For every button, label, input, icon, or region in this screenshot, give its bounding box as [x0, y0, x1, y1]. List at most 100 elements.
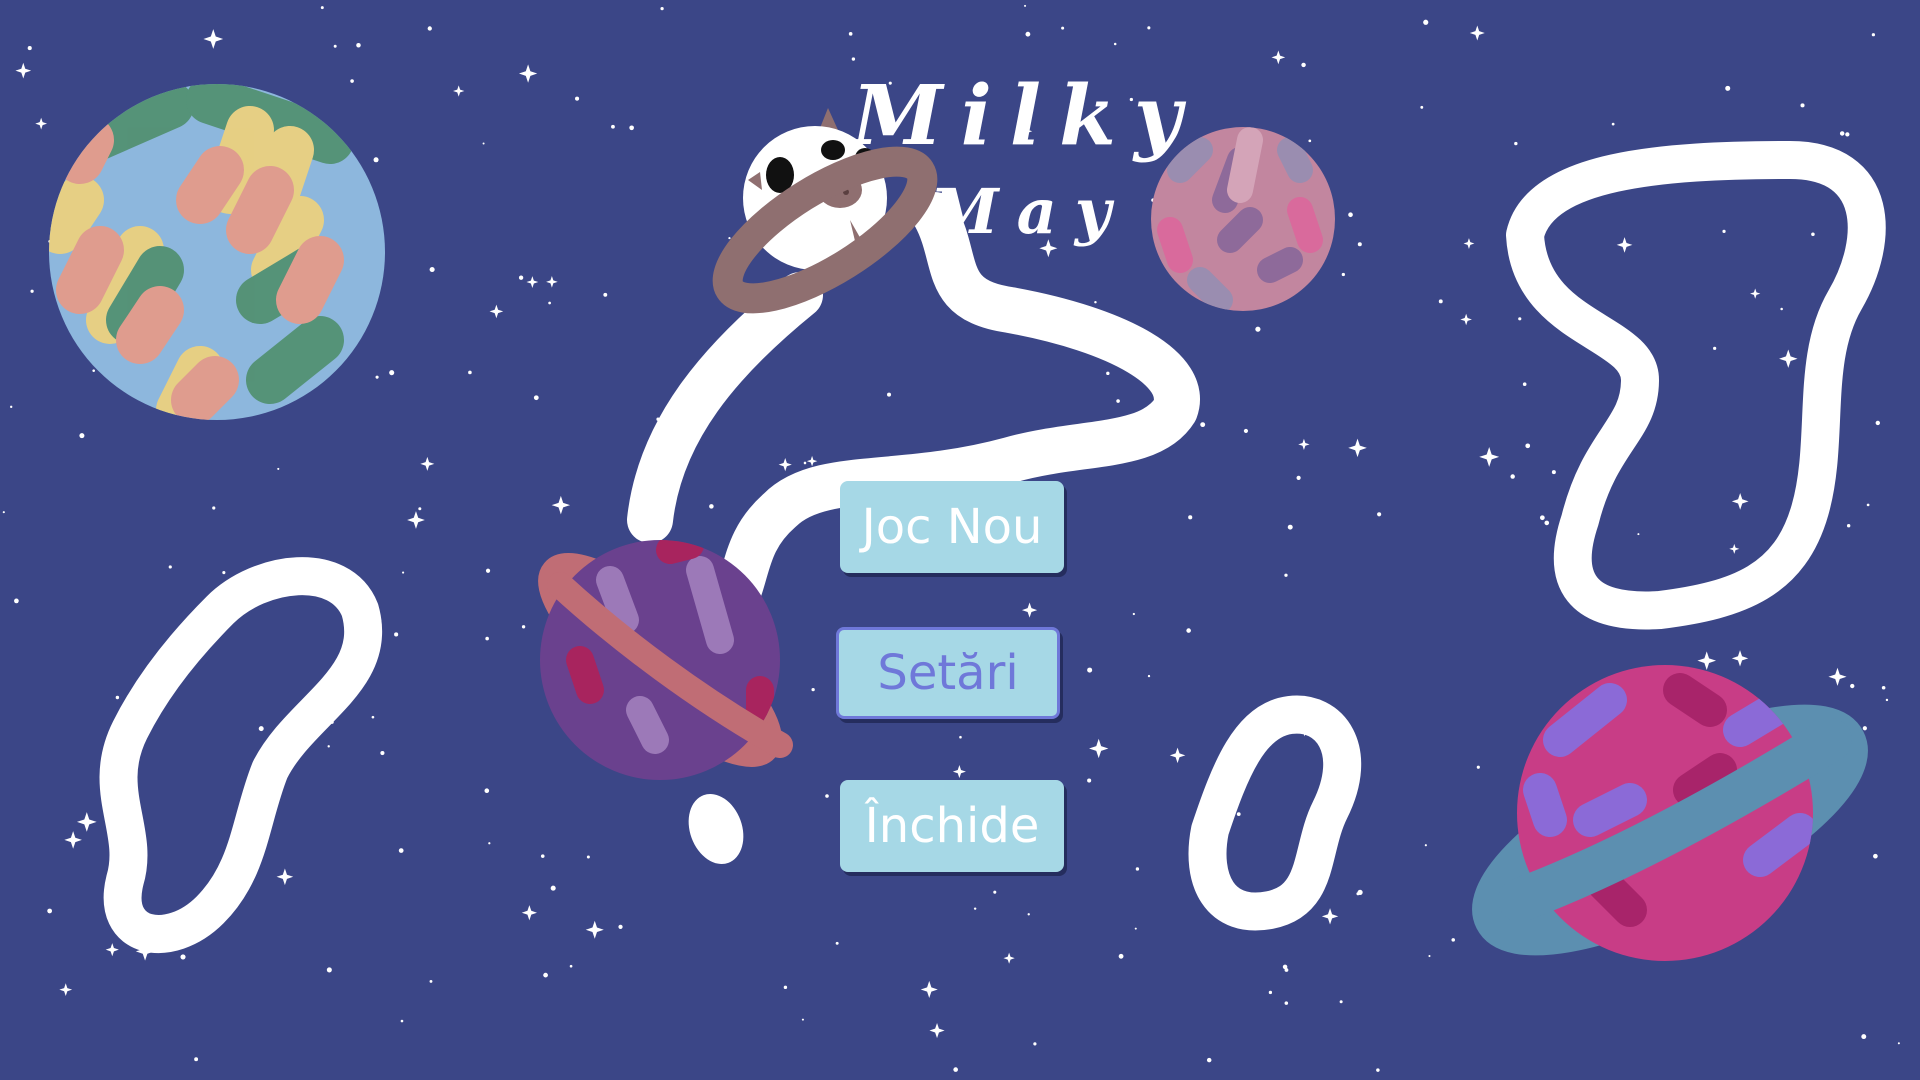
star-dot — [1637, 533, 1640, 536]
star-dot — [1301, 62, 1306, 68]
star-dot — [1113, 42, 1117, 46]
star-dot — [1438, 299, 1443, 304]
star-dot — [1348, 212, 1353, 218]
star-dot — [485, 568, 491, 573]
star-dot — [1284, 1001, 1289, 1005]
star-dot — [92, 369, 95, 372]
star-dot — [1339, 1000, 1343, 1004]
star-dot — [1428, 954, 1431, 958]
star-dot — [488, 842, 491, 845]
star-dot — [1186, 628, 1191, 633]
star-dot — [1106, 371, 1110, 376]
star-dot — [1061, 26, 1065, 30]
star-dot — [258, 726, 264, 732]
star-dot — [1357, 889, 1363, 895]
star-dot — [1135, 867, 1140, 871]
star-dot — [356, 43, 361, 48]
star-dot — [482, 142, 485, 145]
star-dot — [1881, 685, 1886, 690]
star-dot — [400, 1019, 404, 1023]
star-dot — [375, 375, 379, 379]
star-dot — [484, 788, 490, 794]
star-dot — [115, 695, 120, 700]
star-dot — [1024, 4, 1027, 7]
star-dot — [1236, 812, 1241, 817]
star-dot — [835, 941, 839, 945]
star-dot — [728, 236, 731, 240]
new-game-button[interactable]: Joc Nou — [840, 481, 1064, 573]
star-dot — [1866, 503, 1870, 507]
star-dot — [1255, 326, 1261, 332]
settings-button[interactable]: Setări — [836, 627, 1060, 719]
star-dot — [1308, 139, 1312, 143]
star-dot — [350, 79, 354, 83]
star-dot — [398, 848, 404, 853]
star-dot — [1725, 85, 1731, 91]
star-dot — [1862, 726, 1867, 731]
star-dot — [1476, 765, 1480, 769]
star-dot — [1147, 26, 1151, 30]
star-dot — [194, 1057, 199, 1062]
star-dot — [1846, 524, 1851, 528]
star-dot — [1845, 132, 1850, 137]
star-dot — [1514, 141, 1518, 146]
star-dot — [533, 395, 539, 401]
star-dot — [468, 370, 472, 375]
star-dot — [389, 370, 395, 376]
star-dot — [427, 26, 432, 31]
star-dot — [180, 954, 186, 960]
star-dot — [1897, 1042, 1900, 1045]
game-title-line2: May — [930, 175, 1129, 248]
star-dot — [1518, 317, 1522, 321]
star-dot — [1423, 19, 1429, 25]
star-dot — [1132, 612, 1135, 616]
star-dot — [429, 979, 433, 983]
star-dot — [848, 32, 853, 36]
star-dot — [1377, 512, 1382, 517]
star-dot — [803, 461, 807, 465]
star-dot — [1839, 131, 1845, 136]
star-dot — [394, 632, 399, 637]
star-dot — [1296, 475, 1301, 480]
star-dot — [1539, 515, 1545, 521]
star-dot — [1025, 31, 1031, 37]
star-dot — [1522, 382, 1527, 387]
star-dot — [1850, 683, 1855, 689]
star-dot — [333, 44, 337, 48]
star-dot — [1811, 232, 1815, 237]
star-dot — [79, 433, 85, 439]
star-dot — [1188, 515, 1193, 520]
star-dot — [373, 157, 379, 163]
star-dot — [2, 511, 5, 514]
star-dot — [887, 392, 892, 397]
star-dot — [168, 565, 172, 569]
star-dot — [485, 636, 489, 641]
star-dot — [1134, 927, 1137, 930]
star-dot — [1341, 272, 1345, 277]
star-dot — [1510, 474, 1515, 479]
star-dot — [1525, 443, 1531, 449]
star-dot — [1116, 399, 1120, 403]
star-dot — [277, 467, 280, 470]
earth-planet — [49, 84, 385, 420]
star-dot — [959, 735, 962, 739]
star-dot — [618, 924, 623, 930]
star-dot — [953, 1067, 958, 1072]
star-dot — [569, 964, 573, 968]
star-dot — [1722, 229, 1726, 234]
star-dot — [1611, 122, 1615, 126]
star-dot — [380, 750, 385, 756]
star-dot — [660, 6, 664, 11]
star-dot — [1885, 698, 1889, 702]
star-dot — [1284, 968, 1289, 972]
star-dot — [603, 292, 608, 297]
star-dot — [993, 890, 997, 894]
quit-button[interactable]: Închide — [840, 780, 1064, 872]
star-dot — [10, 405, 13, 409]
star-dot — [30, 289, 34, 293]
star-dot — [783, 985, 788, 990]
star-dot — [811, 687, 815, 692]
star-dot — [1087, 778, 1092, 783]
star-dot — [801, 1018, 804, 1021]
star-dot — [1287, 524, 1293, 530]
